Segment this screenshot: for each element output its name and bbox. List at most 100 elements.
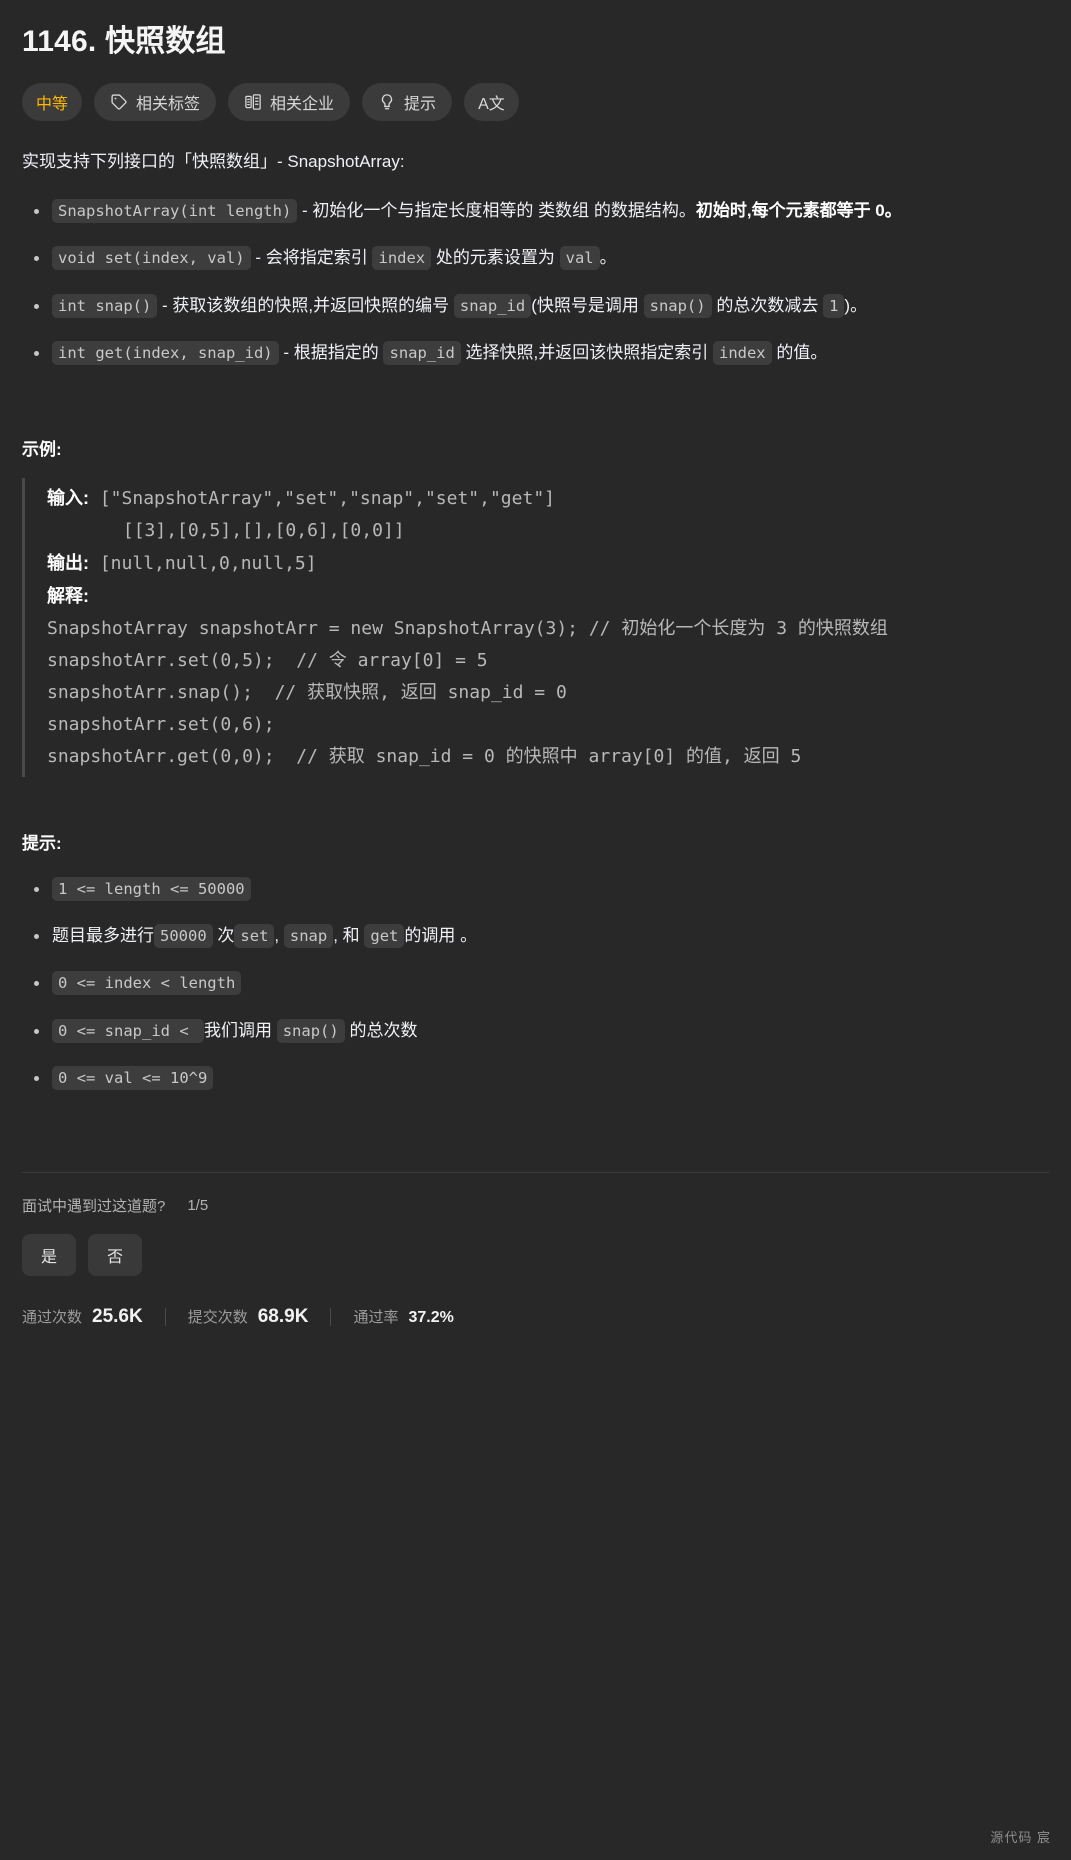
list-item: int snap() - 获取该数组的快照,并返回快照的编号 snap_id (快…: [34, 289, 1049, 322]
translate-icon: A文: [478, 95, 505, 113]
code-chip: 1 <= length <= 50000: [52, 877, 251, 902]
poll-no-button[interactable]: 否: [88, 1233, 142, 1276]
code-chip: index: [372, 246, 432, 271]
page-title: 1146. 快照数组: [22, 25, 226, 58]
example-explain-label: 解释:: [47, 585, 89, 606]
example-output-label: 输出:: [47, 552, 89, 573]
example-input-line2: [[3],[0,5],[],[0,6],[0,0]]: [122, 519, 405, 541]
example-output-value: [null,null,0,null,5]: [99, 552, 317, 574]
description-intro: 实现支持下列接口的「快照数组」- SnapshotArray:: [22, 151, 405, 171]
text-fragment: - 初始化一个与指定长度相等的 类数组 的数据结构。: [297, 201, 696, 221]
code-chip: 1: [823, 293, 845, 318]
code-chip: 0 <= index < length: [52, 971, 242, 996]
list-item: void set(index, val) - 会将指定索引 index 处的元素…: [34, 241, 1049, 274]
code-chip: snap(): [276, 1018, 345, 1043]
constraints-list: 1 <= length <= 50000 题目最多进行 50000 次 set, s…: [22, 872, 1049, 1094]
code-chip: snap: [283, 924, 334, 949]
stat-accepted-value: 25.6K: [92, 1305, 143, 1327]
company-icon: [244, 93, 262, 111]
code-chip: snap_id: [383, 340, 461, 365]
code-chip: 50000: [154, 924, 213, 949]
code-chip: index: [712, 340, 772, 365]
tag-icon: [110, 93, 128, 111]
difficulty-label: 中等: [36, 95, 69, 113]
code-chip: snap_id: [453, 293, 532, 318]
lightbulb-icon: [378, 93, 396, 111]
code-chip: SnapshotArray(int length): [52, 199, 298, 224]
list-item: 题目最多进行 50000 次 set, snap, 和 get 的调用 。: [34, 919, 1049, 952]
text-fragment: 。: [599, 248, 617, 268]
text-fragment: 的总次数减去: [711, 295, 824, 315]
difficulty-badge[interactable]: 中等: [22, 82, 83, 121]
list-item: 1 <= length <= 50000: [34, 872, 1049, 905]
poll-buttons: 是 否: [22, 1233, 1049, 1276]
list-item: int get(index, snap_id) - 根据指定的 snap_id …: [34, 336, 1049, 369]
text-fragment: - 会将指定索引: [250, 248, 373, 268]
stat-separator: [330, 1307, 332, 1326]
code-chip: get: [364, 924, 405, 949]
stats-row: 通过次数 25.6K 提交次数 68.9K 通过率 37.2%: [22, 1306, 1049, 1352]
text-bold: 初始时,每个元素都等于 0。: [695, 201, 902, 221]
poll-question: 面试中遇到过这道题?: [22, 1197, 166, 1215]
text-fragment: (快照号是调用: [531, 295, 644, 315]
hint-button[interactable]: 提示: [362, 82, 453, 121]
poll-yes-button[interactable]: 是: [22, 1233, 76, 1276]
text-fragment: 次: [212, 926, 235, 946]
text-fragment: 处的元素设置为: [431, 248, 560, 268]
text-fragment: 的总次数: [344, 1020, 418, 1040]
text-fragment: 的调用 。: [404, 926, 478, 946]
text-fragment: 选择快照,并返回该快照指定索引: [460, 342, 713, 362]
text-fragment: - 获取该数组的快照,并返回快照的编号: [157, 295, 454, 315]
footer-divider: [22, 1171, 1049, 1173]
text-fragment: ,: [274, 926, 284, 946]
example-explain-body: SnapshotArray snapshotArr = new Snapshot…: [47, 617, 888, 768]
example-input-label: 输入:: [47, 487, 89, 508]
code-chip: snap(): [643, 293, 712, 318]
hint-label: 提示: [404, 95, 437, 113]
code-chip: void set(index, val): [52, 246, 251, 271]
text-fragment: 的值。: [771, 342, 828, 362]
text-fragment: - 根据指定的: [278, 342, 384, 362]
stat-separator: [164, 1307, 166, 1326]
api-list: SnapshotArray(int length) - 初始化一个与指定长度相等…: [22, 194, 1049, 369]
code-chip: int get(index, snap_id): [52, 340, 279, 365]
watermark: 源代码 宸: [990, 1830, 1051, 1845]
constraints-heading: 提示:: [22, 834, 62, 854]
code-chip: set: [234, 924, 275, 949]
code-chip: int snap(): [52, 293, 158, 318]
text-fragment: )。: [844, 295, 868, 315]
list-item: 0 <= index < length: [34, 966, 1049, 999]
related-companies-button[interactable]: 相关企业: [228, 82, 351, 121]
code-chip: val: [559, 246, 600, 271]
poll-row: 面试中遇到过这道题? 1/5: [22, 1195, 1049, 1216]
example-heading: 示例:: [22, 439, 62, 459]
stat-accepted-label: 通过次数: [22, 1308, 83, 1326]
example-input-line1: ["SnapshotArray","set","snap","set","get…: [99, 487, 555, 509]
text-fragment: , 和: [333, 926, 365, 946]
related-tags-label: 相关标签: [136, 95, 201, 113]
list-item: 0 <= val <= 10^9: [34, 1061, 1049, 1094]
list-item: SnapshotArray(int length) - 初始化一个与指定长度相等…: [34, 194, 1049, 227]
badge-row: 中等 相关标签 相关企业 提示 A文: [22, 82, 1049, 121]
poll-count: 1/5: [187, 1196, 209, 1214]
stat-submissions-label: 提交次数: [187, 1308, 248, 1326]
stat-submissions: 提交次数 68.9K: [188, 1306, 309, 1328]
code-chip: 0 <= val <= 10^9: [52, 1065, 214, 1090]
stat-acceptance-rate-label: 通过率: [353, 1309, 399, 1327]
list-item: 0 <= snap_id < 我们调用 snap() 的总次数: [34, 1014, 1049, 1047]
code-chip: 0 <= snap_id <: [52, 1018, 204, 1043]
stat-acceptance-rate: 通过率 37.2%: [353, 1306, 453, 1327]
example-block: 输入: ["SnapshotArray","set","snap","set",…: [22, 477, 1049, 778]
problem-page: 1146. 快照数组 中等 相关标签 相关企业 提示 A文 实现支持下列接口的「…: [0, 0, 1071, 1860]
stat-submissions-value: 68.9K: [257, 1305, 309, 1327]
stat-acceptance-rate-value: 37.2%: [408, 1309, 454, 1327]
translate-button[interactable]: A文: [464, 82, 519, 121]
related-companies-label: 相关企业: [270, 95, 335, 113]
related-tags-button[interactable]: 相关标签: [94, 82, 217, 121]
text-fragment: 题目最多进行: [52, 926, 154, 946]
stat-accepted: 通过次数 25.6K: [22, 1306, 143, 1328]
text-fragment: 我们调用: [203, 1020, 277, 1040]
